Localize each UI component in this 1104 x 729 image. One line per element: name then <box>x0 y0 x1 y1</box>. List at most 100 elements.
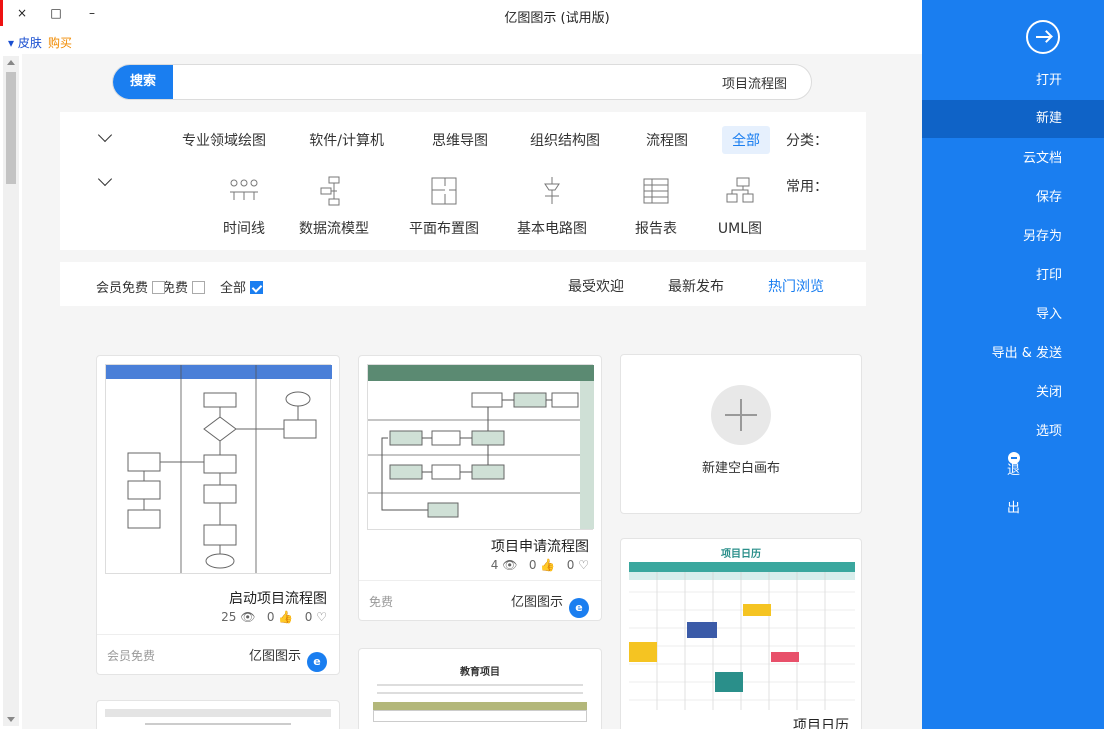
sidebar-item-save-as[interactable]: 另存为 <box>922 218 1104 256</box>
scroll-thumb[interactable] <box>6 72 16 184</box>
chevron-down-icon[interactable] <box>97 127 113 143</box>
favs-count: 0 <box>566 558 575 572</box>
flowchart-thumbnail-graphic <box>106 365 332 573</box>
sidebar-item-close[interactable]: 关闭 <box>922 374 1104 412</box>
sidebar-item-label: 云文档 <box>1022 151 1062 166</box>
timeline-icon <box>230 179 258 200</box>
sidebar-item-cloud[interactable]: 云文档 <box>922 140 1104 178</box>
sidebar-item-new[interactable]: 新建 <box>922 100 1104 138</box>
thumbs-up-icon[interactable]: 👍 <box>278 610 293 624</box>
sidebar-item-save[interactable]: 保存 <box>922 179 1104 217</box>
sidebar-item-options[interactable]: 选项 <box>922 413 1104 451</box>
template-gallery: 搜索 分类： 全部 流程图 组织结构图 思维导图 软件/计算机 专业领域绘图 常… <box>22 54 922 729</box>
views-count: 4 <box>490 558 499 572</box>
template-card[interactable]: 项目申请流程图 4 👁 0 👍 0 ♡ 亿图图示 e 免费 <box>358 355 602 621</box>
thumbnail-line <box>377 692 583 694</box>
thumbs-up-icon[interactable]: 👍 <box>540 558 555 572</box>
heart-icon[interactable]: ♡ <box>316 610 327 624</box>
top-toolbar: ▾ 皮肤 购买 <box>0 30 922 54</box>
category-label: 分类： <box>786 133 828 149</box>
favs-count: 0 <box>304 610 313 624</box>
skin-menu[interactable]: ▾ 皮肤 <box>8 34 42 51</box>
plus-icon[interactable] <box>711 385 771 445</box>
filter-member-check[interactable]: 会员免费 <box>96 277 166 296</box>
edraw-logo-icon: e <box>307 652 327 672</box>
new-blank-canvas-card[interactable]: 新建空白画布 <box>620 354 862 514</box>
table-icon <box>643 178 669 204</box>
filter-member-label: 会员免费 <box>96 281 149 296</box>
filter-all-label: 全部 <box>220 281 247 296</box>
common-report[interactable]: 报告表 <box>616 174 696 238</box>
common-timeline[interactable]: 时间线 <box>204 174 284 238</box>
filter-panel: 分类： 全部 流程图 组织结构图 思维导图 软件/计算机 专业领域绘图 常用： … <box>60 112 866 250</box>
search-input[interactable] <box>227 65 787 99</box>
thumbnail-heading: 教育项目 <box>460 667 500 678</box>
thumbnail-header-bar <box>105 709 331 717</box>
sidebar-item-label: 关闭 <box>1035 385 1062 400</box>
card-stats: 25 👁 0 👍 0 ♡ <box>221 610 327 624</box>
scroll-up-icon[interactable] <box>7 60 15 65</box>
file-sidebar: 打开 新建 云文档 保存 另存为 打印 导入 导出 & 发送 关闭 选项 退出 <box>922 0 1104 729</box>
sidebar-item-label: 新建 <box>1035 111 1062 126</box>
category-org-chart[interactable]: 组织结构图 <box>520 126 610 154</box>
filter-all-check[interactable]: 全部 <box>220 277 264 296</box>
title-bar: × □ – 亿图图示 (试用版) <box>0 0 922 30</box>
sidebar-item-exit[interactable]: 退出 <box>922 452 1104 516</box>
common-report-label: 报告表 <box>635 221 677 237</box>
category-software[interactable]: 软件/计算机 <box>299 126 394 154</box>
sidebar-item-label: 打开 <box>1035 73 1062 88</box>
template-thumbnail: 项目日历 <box>629 547 855 711</box>
sort-popular[interactable]: 最受欢迎 <box>568 276 624 296</box>
common-data-flow[interactable]: 数据流模型 <box>294 174 374 238</box>
common-timeline-label: 时间线 <box>223 221 265 237</box>
search-button[interactable]: 搜索 <box>113 65 173 99</box>
sidebar-item-open[interactable]: 打开 <box>922 62 1104 100</box>
template-card[interactable]: 教育项目 <box>358 648 602 729</box>
chevron-down-icon[interactable] <box>97 171 113 187</box>
brand-name: 亿图图示 <box>248 649 301 664</box>
likes-count: 0 <box>266 610 275 624</box>
heart-icon[interactable]: ♡ <box>578 558 589 572</box>
brand: 亿图图示 e <box>511 591 589 618</box>
card-title: 项目日历 <box>793 718 849 729</box>
price-badge: 会员免费 <box>107 649 156 663</box>
category-all[interactable]: 全部 <box>722 126 770 154</box>
category-mind-map[interactable]: 思维导图 <box>422 126 498 154</box>
template-card[interactable]: 启动项目流程图 25 👁 0 👍 0 ♡ 亿图图示 e 会员免费 <box>96 355 340 675</box>
sort-newest[interactable]: 最新发布 <box>668 276 724 296</box>
filter-free-check[interactable]: 免费 <box>162 277 206 296</box>
category-flowchart[interactable]: 流程图 <box>636 126 698 154</box>
sidebar-item-label: 导出 & 发送 <box>991 346 1062 361</box>
template-thumbnail: 教育项目 <box>367 657 593 729</box>
sidebar-item-label: 保存 <box>1035 190 1062 205</box>
common-label: 常用： <box>786 179 828 195</box>
sidebar-item-print[interactable]: 打印 <box>922 257 1104 295</box>
sort-hot[interactable]: 热门浏览 <box>768 276 824 296</box>
brand: 亿图图示 e <box>249 645 327 672</box>
checkbox-icon[interactable] <box>192 281 206 294</box>
common-floor-plan[interactable]: 平面布置图 <box>404 174 484 238</box>
sort-panel: 热门浏览 最新发布 最受欢迎 全部 免费 会员免费 <box>60 262 866 306</box>
thumbnail-line <box>145 723 291 725</box>
template-card[interactable]: 项目日历 项目日历 <box>620 538 862 729</box>
vertical-scrollbar[interactable] <box>3 56 19 726</box>
search-bar: 搜索 <box>112 64 812 100</box>
scroll-down-icon[interactable] <box>7 717 15 722</box>
common-circuit-label: 基本电路图 <box>517 221 587 237</box>
common-uml[interactable]: UML图 <box>700 174 780 238</box>
app-window: × □ – 亿图图示 (试用版) ▾ 皮肤 购买 搜索 分类： 全部 流程图 组… <box>0 0 1104 729</box>
common-circuit[interactable]: 基本电路图 <box>512 174 592 238</box>
buy-link[interactable]: 购买 <box>48 34 72 51</box>
eye-icon: 👁 <box>502 558 518 572</box>
sidebar-item-export[interactable]: 导出 & 发送 <box>922 335 1104 373</box>
common-data-flow-label: 数据流模型 <box>299 221 369 237</box>
card-footer: 亿图图示 e 会员免费 <box>97 634 339 674</box>
checkbox-checked-icon[interactable] <box>250 281 264 294</box>
back-arrow-icon[interactable] <box>1026 20 1060 54</box>
template-card[interactable] <box>96 700 340 729</box>
thumbnail-line <box>377 684 583 686</box>
views-count: 25 <box>221 610 237 624</box>
sidebar-item-import[interactable]: 导入 <box>922 296 1104 334</box>
category-professional[interactable]: 专业领域绘图 <box>172 126 276 154</box>
checkbox-icon[interactable] <box>152 281 166 294</box>
